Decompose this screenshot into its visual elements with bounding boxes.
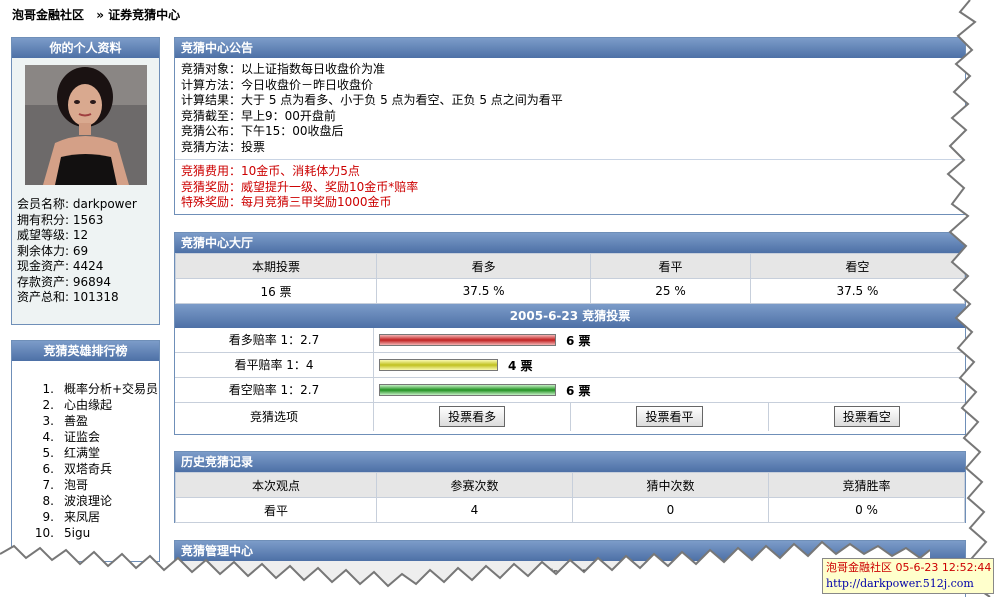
odds-label: 看平赔率 1：4	[175, 353, 374, 377]
vote-long-button[interactable]: 投票看多	[439, 406, 506, 427]
profile-total: 资产总和: 101318	[17, 290, 119, 304]
avatar	[24, 65, 147, 185]
vote-count: 6 票	[566, 333, 591, 348]
vote-options-row: 竞猜选项 投票看多 投票看平 投票看空	[175, 403, 965, 431]
table-cell: 0 %	[768, 497, 965, 523]
table-header: 猜中次数	[572, 472, 769, 498]
table-header: 本期投票	[175, 253, 377, 279]
list-item[interactable]: 6. 双塔奇兵	[12, 461, 159, 477]
notice-panel-title: 竞猜中心公告	[175, 38, 965, 58]
odds-row-short: 看空赔率 1：2.7 6 票	[175, 378, 965, 403]
table-cell: 4	[376, 497, 573, 523]
odds-row-long: 看多赔率 1：2.7 6 票	[175, 328, 965, 353]
history-panel: 历史竞猜记录 本次观点 参赛次数 猜中次数 竞猜胜率 看平 4 0 0 %	[174, 451, 966, 523]
profile-panel: 你的个人资料 会员名称: darkpower 拥有积分: 1563 威望等级: …	[11, 37, 160, 325]
vote-short-button[interactable]: 投票看空	[833, 406, 900, 427]
history-table: 本次观点 参赛次数 猜中次数 竞猜胜率 看平 4 0 0 %	[175, 472, 965, 523]
table-row: 16 票 37.5 % 25 % 37.5 %	[175, 278, 966, 304]
notice-rewards: 竞猜费用：10金币、消耗体力5点 竞猜奖励：威望提升一级、奖励10金币*赔率 特…	[175, 159, 965, 215]
table-header: 参赛次数	[376, 472, 573, 498]
odds-label: 看空赔率 1：2.7	[175, 378, 374, 402]
vote-summary-table: 本期投票 看多 看平 看空 16 票 37.5 % 25 % 37.5 %	[175, 253, 966, 304]
history-panel-title: 历史竞猜记录	[175, 452, 965, 472]
list-item[interactable]: 9. 来凤居	[12, 509, 159, 525]
list-item[interactable]: 3. 善盈	[12, 413, 159, 429]
table-cell: 37.5 %	[749, 278, 966, 304]
breadcrumb-current: 证券竞猜中心	[108, 8, 181, 22]
notice-line: 特殊奖励：每月竞猜三甲奖励1000金币	[181, 195, 392, 209]
notice-line: 竞猜费用：10金币、消耗体力5点	[181, 164, 360, 178]
table-cell: 25 %	[590, 278, 751, 304]
table-header: 看平	[590, 253, 751, 279]
list-item[interactable]: 10. 5igu	[12, 525, 159, 541]
breadcrumb-site-link[interactable]: 泡哥金融社区	[12, 8, 84, 22]
stamp-url: http://darkpower.512j.com	[826, 577, 974, 590]
watermark-stamp: 泡哥金融社区 05-6-23 12:52:44 http://darkpower…	[822, 558, 994, 594]
table-row: 本期投票 看多 看平 看空	[175, 253, 966, 279]
notice-line: 计算方法：今日收盘价－昨日收盘价	[181, 77, 374, 92]
stamp-site-time: 泡哥金融社区 05-6-23 12:52:44	[826, 561, 992, 574]
table-cell: 16 票	[175, 278, 377, 304]
vote-bar-flat	[379, 359, 498, 371]
breadcrumb: 泡哥金融社区 » 证券竞猜中心	[12, 6, 180, 23]
notice-line: 竞猜截至：早上9：00开盘前	[181, 108, 336, 123]
notice-line: 竞猜公布：下午15：00收盘后	[181, 124, 344, 138]
list-item[interactable]: 2. 心由缘起	[12, 397, 159, 413]
vote-bar-short	[379, 384, 556, 396]
odds-label: 看多赔率 1：2.7	[175, 328, 374, 352]
profile-username: 会员名称: darkpower	[17, 197, 137, 211]
table-cell: 37.5 %	[375, 278, 592, 304]
ranking-panel: 竞猜英雄排行榜 1. 概率分析+交易员 2. 心由缘起 3. 善盈 4. 证监会 5. 红…	[11, 340, 160, 562]
profile-cash: 现金资产: 4424	[17, 259, 104, 273]
profile-prestige: 威望等级: 12	[17, 228, 89, 242]
list-item[interactable]: 1. 概率分析+交易员	[12, 381, 159, 397]
profile-stamina: 剩余体力: 69	[17, 243, 89, 258]
profile-points: 拥有积分: 1563	[17, 212, 104, 227]
vote-options-label: 竞猜选项	[175, 403, 374, 431]
notice-line: 竞猜方法：投票	[181, 139, 266, 154]
notice-line: 竞猜奖励：威望提升一级、奖励10金币*赔率	[181, 179, 419, 194]
table-header: 看多	[375, 253, 592, 279]
vote-date-band: 2005-6-23 竞猜投票	[175, 304, 965, 328]
notice-rules: 竞猜对象：以上证指数每日收盘价为准 计算方法：今日收盘价－昨日收盘价 计算结果：…	[175, 58, 965, 159]
table-cell: 0	[572, 497, 769, 523]
notice-panel: 竞猜中心公告 竞猜对象：以上证指数每日收盘价为准 计算方法：今日收盘价－昨日收盘…	[174, 37, 966, 215]
list-item[interactable]: 4. 证监会	[12, 429, 159, 445]
vote-count: 6 票	[566, 383, 591, 398]
list-item[interactable]: 7. 泡哥	[12, 477, 159, 493]
vote-count: 4 票	[508, 358, 533, 373]
table-header: 本次观点	[175, 472, 377, 498]
ranking-list: 1. 概率分析+交易员 2. 心由缘起 3. 善盈 4. 证监会 5. 红满堂 6. 双塔奇…	[12, 381, 159, 541]
hall-panel-title: 竞猜中心大厅	[175, 233, 965, 253]
table-header: 看空	[749, 253, 966, 279]
table-cell: 看平	[175, 497, 377, 523]
table-row: 看平 4 0 0 %	[175, 497, 965, 523]
vote-bar-long	[379, 334, 556, 346]
notice-line: 计算结果：大于 5 点为看多、小于负 5 点为看空、正负 5 点之间为看平	[181, 93, 563, 107]
table-header: 竞猜胜率	[768, 472, 965, 498]
profile-panel-title: 你的个人资料	[12, 38, 159, 58]
ranking-panel-title: 竞猜英雄排行榜	[12, 341, 159, 361]
breadcrumb-separator: »	[96, 8, 104, 22]
list-item[interactable]: 5. 红满堂	[12, 445, 159, 461]
table-row: 本次观点 参赛次数 猜中次数 竞猜胜率	[175, 472, 965, 498]
notice-line: 竞猜对象：以上证指数每日收盘价为准	[181, 62, 386, 76]
odds-row-flat: 看平赔率 1：4 4 票	[175, 353, 965, 378]
profile-deposit: 存款资产: 96894	[17, 274, 112, 289]
hall-panel: 竞猜中心大厅 本期投票 看多 看平 看空 16 票 37.5 % 25 % 37…	[174, 232, 966, 435]
vote-flat-button[interactable]: 投票看平	[636, 406, 703, 427]
list-item[interactable]: 8. 波浪理论	[12, 493, 159, 509]
